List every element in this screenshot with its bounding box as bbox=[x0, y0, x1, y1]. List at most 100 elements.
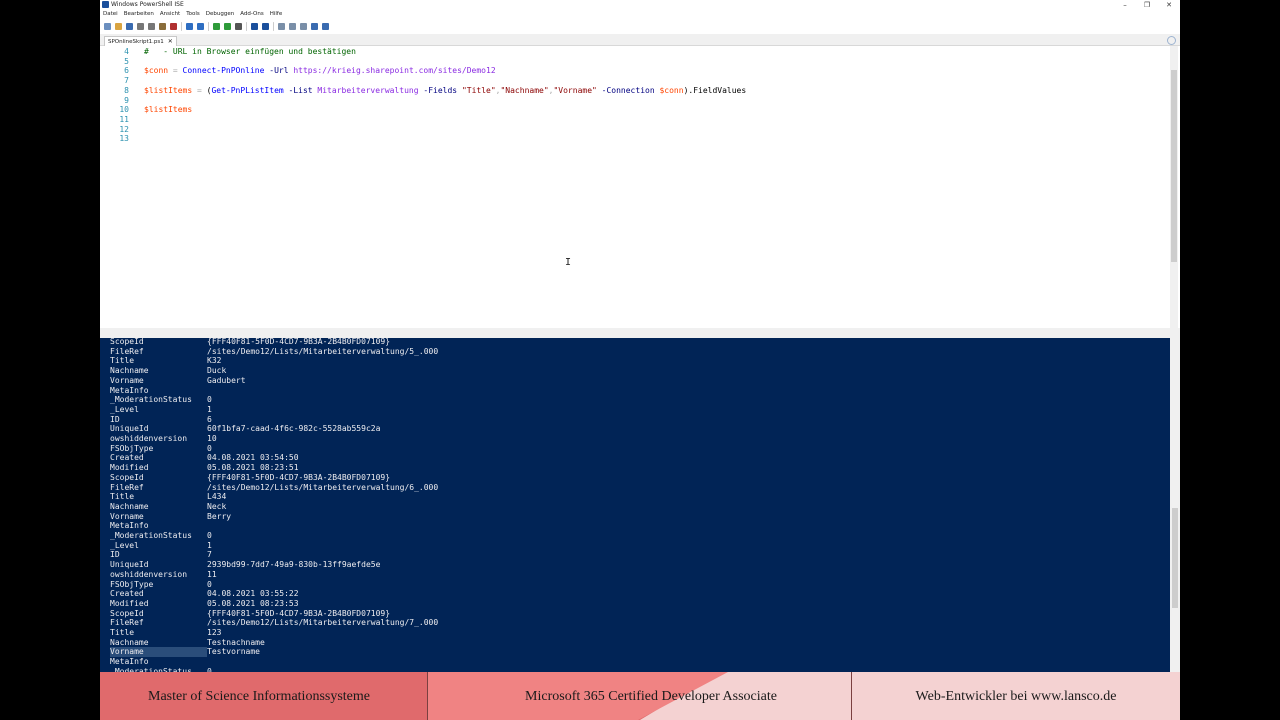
code-text: $listItems bbox=[144, 105, 192, 115]
editor-scrollbar[interactable] bbox=[1170, 46, 1178, 330]
banner-degree: Master of Science Informationssysteme bbox=[148, 689, 370, 704]
code-line[interactable]: 9 bbox=[100, 96, 1168, 106]
field-name: FSObjType bbox=[110, 579, 154, 589]
console-row: owshiddenversion 11 bbox=[100, 570, 1170, 580]
field-value: 0 bbox=[207, 395, 212, 405]
minimize-button[interactable]: – bbox=[1114, 0, 1136, 10]
console-row: _Level 1 bbox=[100, 541, 1170, 551]
code-token: -Url bbox=[264, 66, 294, 76]
close-window-button[interactable]: ✕ bbox=[1158, 0, 1180, 10]
console-row: ScopeId {FFF40F81-5F0D-4CD7-9B3A-2B4B0FD0… bbox=[100, 473, 1170, 483]
code-line[interactable]: 13 bbox=[100, 134, 1168, 144]
menu-add-ons[interactable]: Add-Ons bbox=[237, 10, 266, 19]
field-value: 7 bbox=[207, 550, 212, 560]
console-row: FileRef/sites/Demo12/Lists/Mitarbeiterve… bbox=[100, 483, 1170, 493]
console-row: FSObjType 0 bbox=[100, 580, 1170, 590]
pane-splitter[interactable] bbox=[100, 328, 1180, 338]
code-line[interactable]: 8 $listItems = (Get-PnPListItem -List Mit… bbox=[100, 86, 1168, 96]
stop-icon[interactable] bbox=[235, 22, 242, 30]
field-name: MetaInfo bbox=[110, 521, 149, 531]
lower-third-banner: Master of Science Informationssysteme Mi… bbox=[100, 672, 1180, 720]
toolbar bbox=[100, 19, 1180, 33]
code-token: # - URL in Browser einfügen und bestätig… bbox=[144, 47, 356, 56]
toolbar-separator bbox=[273, 21, 274, 31]
field-value: 2939bd99-7dd7-49a9-830b-13ff9aefde5e bbox=[207, 560, 381, 570]
editor-scrollbar-thumb[interactable] bbox=[1171, 70, 1177, 262]
field-name: ScopeId bbox=[110, 338, 144, 346]
open-icon[interactable] bbox=[115, 22, 122, 30]
field-name: UniqueId bbox=[110, 424, 149, 434]
console-row: Nachname Duck bbox=[100, 366, 1170, 376]
code-text: # - URL in Browser einfügen und bestätig… bbox=[144, 47, 356, 57]
code-token: -Connection bbox=[596, 85, 660, 95]
paste-icon[interactable] bbox=[159, 22, 166, 30]
close-tab-icon[interactable]: ✕ bbox=[168, 38, 173, 45]
console-scrollbar-thumb[interactable] bbox=[1172, 508, 1178, 608]
code-line[interactable]: 10 $listItems bbox=[100, 105, 1168, 115]
menu-datei[interactable]: Datei bbox=[100, 10, 121, 19]
layout-top-icon[interactable] bbox=[278, 22, 285, 30]
show-script-icon[interactable] bbox=[311, 22, 318, 30]
field-value: {FFF40F81-5F0D-4CD7-9B3A-2B4B0FD07109} bbox=[207, 472, 391, 482]
save-icon[interactable] bbox=[126, 22, 133, 30]
field-name: Vorname bbox=[110, 647, 208, 658]
layout-right-icon[interactable] bbox=[289, 22, 296, 30]
menu-tools[interactable]: Tools bbox=[183, 10, 203, 19]
console-pane[interactable]: ScopeId {FFF40F81-5F0D-4CD7-9B3A-2B4B0FD0… bbox=[100, 338, 1170, 672]
code-line[interactable]: 6 $conn = Connect-PnPOnline -Url https://… bbox=[100, 66, 1168, 76]
cut-icon[interactable] bbox=[137, 22, 144, 30]
code-line[interactable]: 12 bbox=[100, 125, 1168, 135]
field-value: Gadubert bbox=[207, 375, 246, 385]
field-value: L434 bbox=[207, 492, 227, 502]
field-value: 6 bbox=[207, 414, 212, 424]
console-row: Title 123 bbox=[100, 628, 1170, 638]
menu-ansicht[interactable]: Ansicht bbox=[157, 10, 183, 19]
console-scrollbar[interactable] bbox=[1170, 338, 1180, 672]
console-row: Created 04.08.2021 03:55:22 bbox=[100, 589, 1170, 599]
restore-button[interactable]: ❐ bbox=[1136, 0, 1158, 10]
menu-hilfe[interactable]: Hilfe bbox=[267, 10, 286, 19]
code-line[interactable]: 5 bbox=[100, 57, 1168, 67]
field-name: Created bbox=[110, 453, 144, 463]
commands-icon[interactable] bbox=[322, 22, 329, 30]
field-value: 11 bbox=[207, 569, 217, 579]
field-name: Vorname bbox=[110, 511, 144, 521]
script-editor[interactable]: I 4 # - URL in Browser einfügen und bestä… bbox=[100, 46, 1168, 328]
console-row: Title L434 bbox=[100, 492, 1170, 502]
line-number: 8 bbox=[124, 85, 129, 95]
console-row: Nachname Testnachname bbox=[100, 638, 1170, 648]
field-name: _ModerationStatus bbox=[110, 395, 192, 405]
collapse-script-pane-icon[interactable] bbox=[1167, 36, 1176, 45]
code-line[interactable]: 11 bbox=[100, 115, 1168, 125]
clear-icon[interactable] bbox=[170, 22, 177, 30]
menu-bearbeiten[interactable]: Bearbeiten bbox=[121, 10, 157, 19]
field-name: owshiddenversion bbox=[110, 569, 188, 579]
code-line[interactable]: 4 # - URL in Browser einfügen und bestäti… bbox=[100, 47, 1168, 57]
remote-icon[interactable] bbox=[251, 22, 258, 30]
powershell-ise-icon bbox=[102, 1, 109, 8]
layout-max-icon[interactable] bbox=[300, 22, 307, 30]
field-value: Testvorname bbox=[207, 647, 260, 657]
field-value: 0 bbox=[207, 531, 212, 540]
new-file-icon[interactable] bbox=[104, 22, 111, 30]
banner-certification: Microsoft 365 Certified Developer Associ… bbox=[525, 689, 777, 704]
field-value: 0 bbox=[207, 579, 212, 589]
copy-icon[interactable] bbox=[148, 22, 155, 30]
undo-icon[interactable] bbox=[186, 22, 193, 30]
run-icon[interactable] bbox=[213, 22, 220, 30]
code-token: "Nachname" bbox=[500, 85, 549, 95]
field-value: 04.08.2021 03:54:50 bbox=[207, 453, 299, 463]
field-value: 60f1bfa7-caad-4f6c-982c-5528ab559c2a bbox=[207, 424, 381, 434]
run-selection-icon[interactable] bbox=[224, 22, 231, 30]
field-name: Title bbox=[110, 628, 135, 637]
console-row: FileRef/sites/Demo12/Lists/Mitarbeiterve… bbox=[100, 347, 1170, 357]
field-name: Modified bbox=[110, 598, 149, 608]
code-line[interactable]: 7 bbox=[100, 76, 1168, 86]
tab-script[interactable]: SPOnlineSkript1.ps1 ✕ bbox=[104, 36, 177, 46]
redo-icon[interactable] bbox=[197, 22, 204, 30]
menu-debuggen[interactable]: Debuggen bbox=[203, 10, 237, 19]
field-name: ID bbox=[110, 414, 120, 424]
powershell-icon[interactable] bbox=[262, 22, 269, 30]
code-text: $conn = Connect-PnPOnline -Url https://k… bbox=[144, 66, 496, 76]
field-name: UniqueId bbox=[110, 560, 149, 570]
